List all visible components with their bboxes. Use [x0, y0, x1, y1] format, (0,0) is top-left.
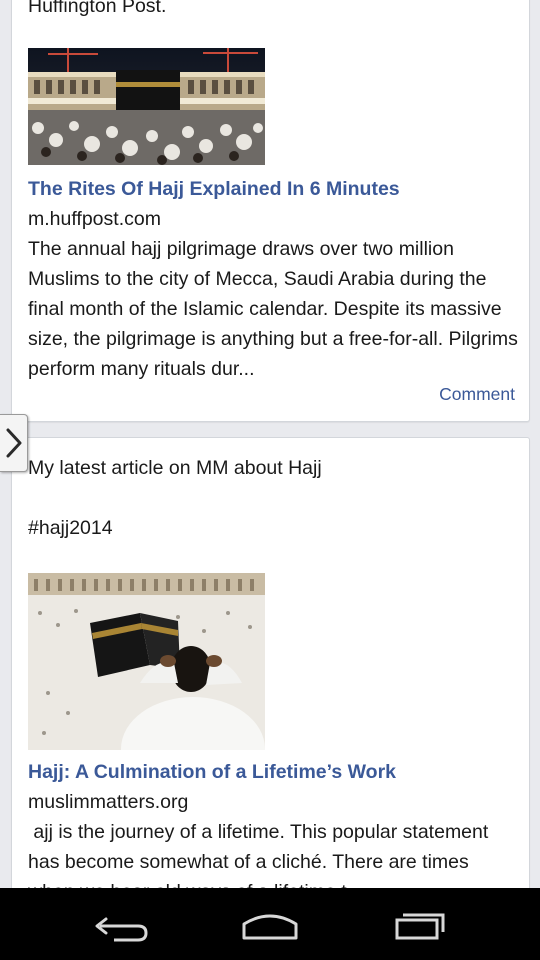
link-thumbnail-pilgrim-kaaba[interactable]: [28, 573, 265, 750]
post-message: My latest article on MM about Hajj: [28, 457, 322, 479]
link-thumbnail-kaaba-crowd[interactable]: [28, 48, 265, 165]
post-message: Huffington Post.: [28, 0, 167, 17]
link-domain: muslimmatters.org: [28, 791, 189, 813]
home-icon: [242, 914, 298, 940]
comment-button[interactable]: Comment: [439, 384, 515, 405]
link-domain: m.huffpost.com: [28, 208, 161, 230]
recent-apps-icon: [395, 913, 445, 940]
link-description: The annual hajj pilgrimage draws over tw…: [28, 238, 524, 380]
news-feed: Huffington Post. The Rites Of Hajj Expla…: [0, 0, 540, 888]
feed-post: My latest article on MM about Hajj #hajj…: [11, 437, 530, 888]
feed-post: Huffington Post. The Rites Of Hajj Expla…: [11, 0, 530, 422]
home-button[interactable]: [220, 900, 320, 948]
back-button[interactable]: [70, 900, 170, 948]
system-navigation-bar: [0, 888, 540, 960]
back-icon: [95, 917, 148, 942]
recent-apps-button[interactable]: [370, 900, 470, 948]
chevron-right-icon: [6, 428, 22, 458]
side-drawer-tab[interactable]: [0, 414, 28, 472]
post-hashtag[interactable]: #hajj2014: [28, 513, 113, 543]
link-title[interactable]: Hajj: A Culmination of a Lifetime’s Work: [28, 757, 396, 787]
link-description: ajj is the journey of a lifetime. This p…: [28, 821, 489, 888]
link-title[interactable]: The Rites Of Hajj Explained In 6 Minutes: [28, 174, 400, 204]
